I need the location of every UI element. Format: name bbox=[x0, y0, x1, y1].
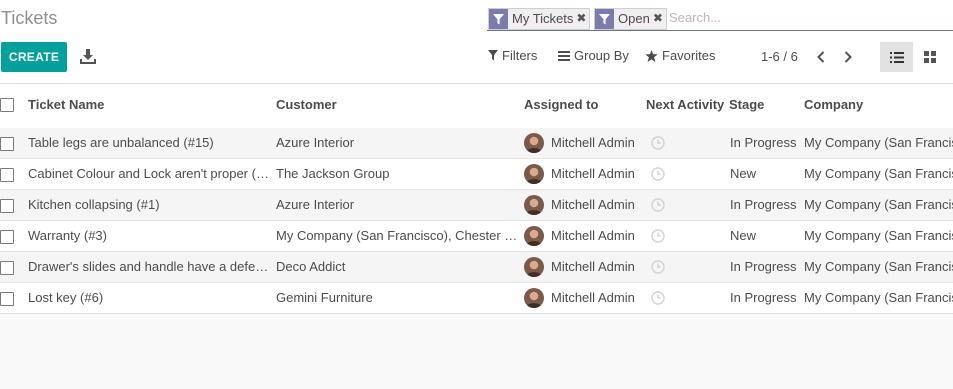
clock-icon[interactable] bbox=[651, 198, 665, 212]
stage: New bbox=[730, 228, 757, 243]
avatar bbox=[524, 257, 544, 277]
clock-icon[interactable] bbox=[651, 291, 665, 305]
remove-facet-icon[interactable]: ✖ bbox=[576, 9, 589, 29]
company: My Company (San Francisco) bbox=[804, 197, 953, 212]
filters-button[interactable]: Filters bbox=[488, 48, 537, 63]
filter-icon bbox=[488, 50, 498, 61]
ticket-name: Drawer's slides and handle have a defect… bbox=[28, 259, 271, 274]
group-by-label: Group By bbox=[574, 48, 629, 63]
avatar bbox=[524, 195, 544, 215]
ticket-name: Cabinet Colour and Lock aren't proper (#… bbox=[28, 166, 271, 181]
customer: Gemini Furniture bbox=[276, 290, 373, 305]
row-checkbox[interactable] bbox=[0, 199, 14, 213]
avatar bbox=[524, 226, 544, 246]
group-by-button[interactable]: Group By bbox=[558, 48, 629, 63]
ticket-name: Warranty (#3) bbox=[28, 228, 107, 243]
company: My Company (San Francisco) bbox=[804, 166, 953, 181]
company: My Company (San Francisco) bbox=[804, 290, 953, 305]
column-ticket-name[interactable]: Ticket Name bbox=[28, 97, 104, 112]
ticket-name: Kitchen collapsing (#1) bbox=[28, 197, 160, 212]
list-view-button[interactable] bbox=[880, 42, 913, 72]
stage: In Progress bbox=[730, 259, 797, 274]
favorites-button[interactable]: Favorites bbox=[645, 48, 715, 63]
pager-value[interactable]: 1-6 / 6 bbox=[761, 49, 798, 64]
ticket-name: Table legs are unbalanced (#15) bbox=[28, 135, 214, 150]
facet-value: Open bbox=[618, 11, 650, 26]
column-stage[interactable]: Stage bbox=[729, 97, 764, 112]
column-company[interactable]: Company bbox=[804, 97, 863, 112]
table-row[interactable]: Lost key (#6) Gemini Furniture Mitchell … bbox=[0, 283, 953, 314]
row-checkbox[interactable] bbox=[0, 292, 14, 306]
row-checkbox[interactable] bbox=[0, 137, 14, 151]
search-facet-my-tickets: My Tickets ✖ bbox=[488, 8, 591, 30]
filter-icon bbox=[489, 9, 508, 29]
filters-label: Filters bbox=[502, 48, 538, 63]
download-icon[interactable] bbox=[80, 48, 96, 64]
assigned-to: Mitchell Admin bbox=[551, 228, 635, 243]
table-row[interactable]: Table legs are unbalanced (#15) Azure In… bbox=[0, 128, 953, 159]
search-bar[interactable]: My Tickets ✖ Open ✖ bbox=[487, 7, 953, 31]
remove-facet-icon[interactable]: ✖ bbox=[653, 9, 666, 29]
customer: The Jackson Group bbox=[276, 166, 390, 181]
select-all-checkbox[interactable] bbox=[0, 98, 14, 112]
avatar bbox=[524, 288, 544, 308]
clock-icon[interactable] bbox=[651, 260, 665, 274]
column-assigned-to[interactable]: Assigned to bbox=[524, 97, 598, 112]
row-checkbox[interactable] bbox=[0, 261, 14, 275]
customer: My Company (San Francisco), Chester Reed bbox=[276, 228, 519, 243]
facet-value: My Tickets bbox=[512, 11, 574, 26]
star-icon bbox=[645, 49, 658, 62]
list-view-icon bbox=[889, 51, 904, 63]
stage: In Progress bbox=[730, 135, 797, 150]
customer: Azure Interior bbox=[276, 135, 355, 150]
clock-icon[interactable] bbox=[651, 167, 665, 181]
ticket-name: Lost key (#6) bbox=[28, 290, 104, 305]
assigned-to: Mitchell Admin bbox=[551, 197, 635, 212]
table-header: Ticket Name Customer Assigned to Next Ac… bbox=[0, 84, 953, 129]
stage: In Progress bbox=[730, 290, 797, 305]
avatar bbox=[524, 133, 544, 153]
assigned-to: Mitchell Admin bbox=[551, 290, 635, 305]
page-title: Tickets bbox=[1, 8, 58, 28]
customer: Deco Addict bbox=[276, 259, 346, 274]
table-row[interactable]: Kitchen collapsing (#1) Azure Interior M… bbox=[0, 190, 953, 221]
control-panel: Tickets My Tickets ✖ Open ✖ CREATE Filte… bbox=[0, 0, 953, 84]
company: My Company (San Francisco) bbox=[804, 228, 953, 243]
avatar bbox=[524, 164, 544, 184]
stage: In Progress bbox=[730, 197, 797, 212]
row-checkbox[interactable] bbox=[0, 168, 14, 182]
table-row[interactable]: Warranty (#3) My Company (San Francisco)… bbox=[0, 221, 953, 252]
bars-icon bbox=[558, 50, 570, 61]
company: My Company (San Francisco) bbox=[804, 259, 953, 274]
kanban-view-button[interactable] bbox=[913, 42, 946, 72]
search-facet-open: Open ✖ bbox=[594, 8, 667, 30]
assigned-to: Mitchell Admin bbox=[551, 135, 635, 150]
kanban-view-icon bbox=[923, 51, 936, 63]
row-checkbox[interactable] bbox=[0, 230, 14, 244]
filter-icon bbox=[595, 9, 614, 29]
company: My Company (San Francisco) bbox=[804, 135, 953, 150]
create-button[interactable]: CREATE bbox=[1, 42, 67, 72]
clock-icon[interactable] bbox=[651, 136, 665, 150]
column-next-activity[interactable]: Next Activity bbox=[646, 97, 724, 112]
favorites-label: Favorites bbox=[662, 48, 716, 63]
pager-previous-icon[interactable] bbox=[811, 47, 831, 67]
assigned-to: Mitchell Admin bbox=[551, 166, 635, 181]
clock-icon[interactable] bbox=[651, 229, 665, 243]
stage: New bbox=[730, 166, 757, 181]
table-row[interactable]: Cabinet Colour and Lock aren't proper (#… bbox=[0, 159, 953, 190]
search-input[interactable] bbox=[669, 10, 909, 25]
assigned-to: Mitchell Admin bbox=[551, 259, 635, 274]
pager-next-icon[interactable] bbox=[838, 47, 858, 67]
customer: Azure Interior bbox=[276, 197, 355, 212]
column-customer[interactable]: Customer bbox=[276, 97, 337, 112]
table-row[interactable]: Drawer's slides and handle have a defect… bbox=[0, 252, 953, 283]
